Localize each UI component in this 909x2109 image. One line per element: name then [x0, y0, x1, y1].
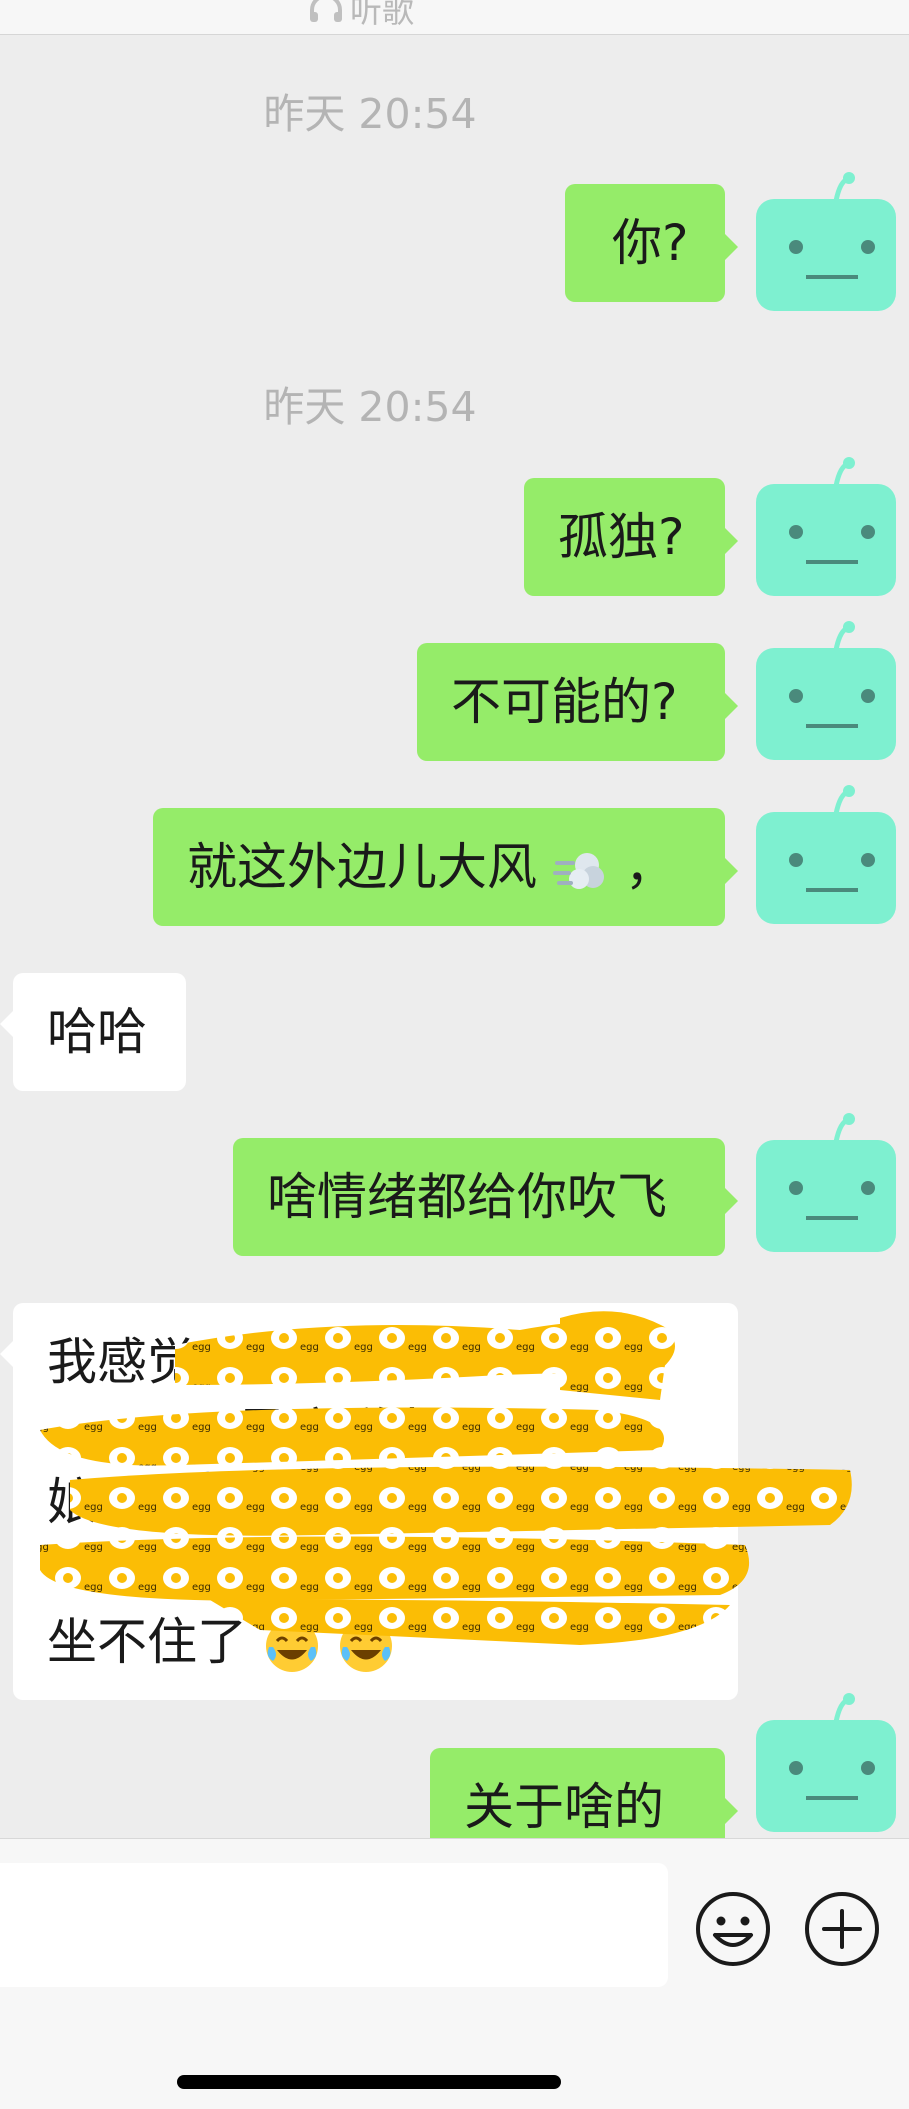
timestamp: 昨天 20:54 [263, 90, 477, 138]
message-suffix: ， [624, 838, 675, 896]
received-message-bubble[interactable]: 哈哈 [0, 973, 186, 1091]
dash-emoji [552, 852, 604, 889]
message-text: 啥情绪都给你吹飞 [267, 1168, 667, 1226]
listen-music-indicator[interactable]: 听歌 [308, 0, 414, 32]
plus-circle-icon [805, 1892, 879, 1966]
message-text: 关于啥的 [464, 1778, 664, 1836]
timestamp: 昨天 20:54 [263, 383, 477, 431]
my-avatar[interactable] [748, 167, 898, 317]
robot-avatar-icon [756, 457, 896, 596]
message-line: 娘 [47, 1473, 97, 1531]
message-line [47, 1537, 738, 1607]
robot-avatar-icon [756, 621, 896, 760]
listen-label: 听歌 [350, 0, 415, 30]
message-line: 坐不住了 [47, 1613, 247, 1671]
sent-message-bubble[interactable]: 就这外边儿大风 ， [153, 808, 738, 926]
message-input[interactable] [0, 1863, 668, 1987]
sent-message-bubble[interactable]: 你? [565, 184, 738, 302]
message-text: 哈哈 [47, 1003, 147, 1061]
my-avatar[interactable] [748, 1688, 898, 1838]
message-text: 你? [612, 214, 689, 272]
message-text: 孤独? [558, 508, 685, 566]
my-avatar[interactable] [748, 616, 898, 766]
received-message-bubble[interactable]: 我感觉 是这群人， 娘 坐不住了 [0, 1303, 738, 1700]
robot-avatar-icon [756, 1113, 896, 1252]
message-text: 不可能的? [451, 673, 678, 731]
my-avatar[interactable] [748, 780, 898, 930]
tears-of-joy-emoji [265, 1619, 318, 1672]
robot-avatar-icon [756, 172, 896, 311]
sent-message-bubble[interactable]: 啥情绪都给你吹飞 [233, 1138, 738, 1256]
chat-input-bar [0, 1838, 909, 2109]
message-line-wrap: 是这群人， [47, 1397, 738, 1467]
message-line-wrap: 坐不住了 [47, 1607, 738, 1677]
message-line: 我感觉 [47, 1333, 197, 1391]
tears-of-joy-emoji [339, 1619, 392, 1672]
sent-message-bubble[interactable]: 不可能的? [417, 643, 738, 761]
more-button[interactable] [802, 1889, 882, 1969]
robot-avatar-icon [756, 785, 896, 924]
my-avatar[interactable] [748, 1108, 898, 1258]
emoji-button[interactable] [693, 1889, 773, 1969]
robot-avatar-icon [756, 1693, 896, 1832]
headphone-icon [310, 0, 342, 22]
home-indicator[interactable] [177, 2075, 561, 2089]
sent-message-bubble[interactable]: 孤独? [524, 478, 738, 596]
smiley-icon [696, 1892, 770, 1966]
message-text: 就这外边儿大风 [187, 838, 537, 896]
my-avatar[interactable] [748, 452, 898, 602]
top-bar: 听歌 [0, 0, 909, 35]
message-line: 是这群人， [237, 1403, 487, 1461]
